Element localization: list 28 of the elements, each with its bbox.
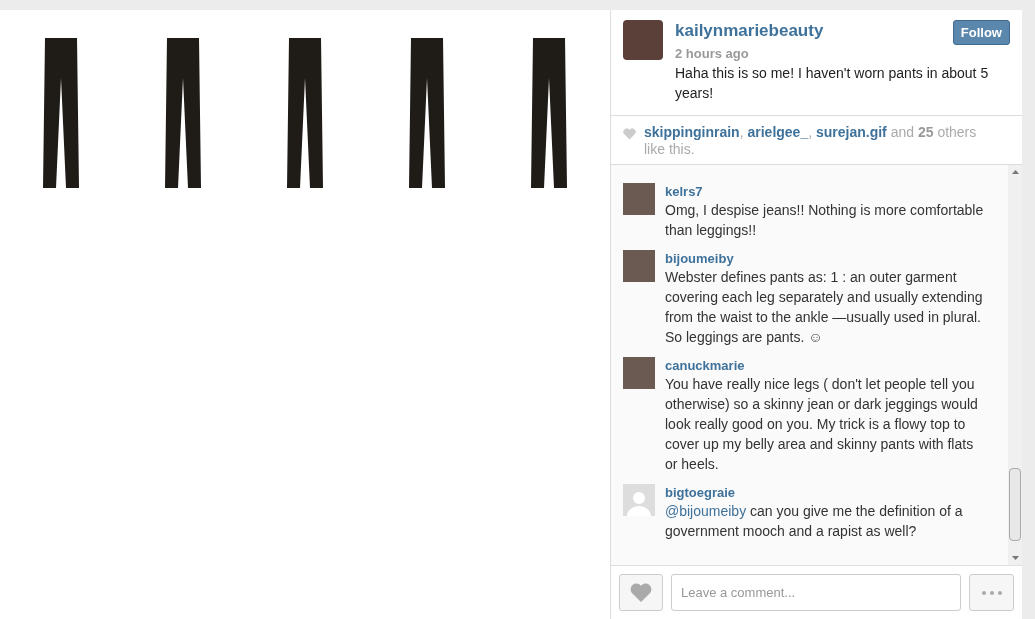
scroll-thumb[interactable] (1009, 468, 1021, 541)
default-avatar-icon (623, 484, 655, 516)
timestamp: 2 hours ago (675, 45, 749, 63)
scroll-up-icon[interactable] (1011, 170, 1019, 174)
comment-text: You have really nice legs ( don't let people tell you otherwise) so a skinny jean or dark jeggings would look really good on you. My trick is a flowy top to cover up my belly area and skinny pants with flats or heels. (665, 375, 979, 474)
avatar-photo-placeholder (623, 183, 655, 215)
avatar-photo-placeholder (623, 250, 655, 282)
like-button[interactable] (619, 574, 663, 611)
heart-icon (623, 128, 636, 140)
comment-username-link[interactable]: bijoumeiby (665, 250, 734, 267)
scrollbar[interactable] (1008, 165, 1022, 565)
avatar-photo-placeholder (623, 357, 655, 389)
more-options-button[interactable] (969, 574, 1014, 611)
comment-text: @bijoumeiby can you give me the definition of a government mooch and a rapist as well? (665, 502, 964, 541)
avatar-photo-placeholder (623, 20, 663, 60)
comment-username-link[interactable]: bigtoegraie (665, 484, 736, 501)
likes-text: skippinginrain, arielgee_, surejan.gif and 25 others like this. (644, 124, 978, 158)
heart-icon (630, 582, 652, 603)
comment-text: Omg, I despise jeans!! Nothing is more comfortable than leggings!! (665, 201, 985, 240)
follow-button[interactable]: Follow (952, 20, 1010, 45)
username-link[interactable]: kailynmariebeauty (675, 20, 824, 42)
comment-username-link[interactable]: kelrs7 (665, 183, 703, 200)
comment-field[interactable]: Leave a comment... (671, 574, 961, 611)
caption-text: Haha this is so me! I haven't worn pants in about 5 years! (675, 64, 990, 103)
mention-link[interactable]: @bijoumeiby (665, 503, 747, 519)
scroll-down-icon[interactable] (1011, 556, 1019, 560)
comment-username-link[interactable]: canuckmarie (665, 357, 745, 374)
comment-text: Webster defines pants as: 1 : an outer garment covering each leg separately and usually extending from the waist to the ankle —usually used in plural. So leggings are pants. ☺ (665, 268, 984, 347)
